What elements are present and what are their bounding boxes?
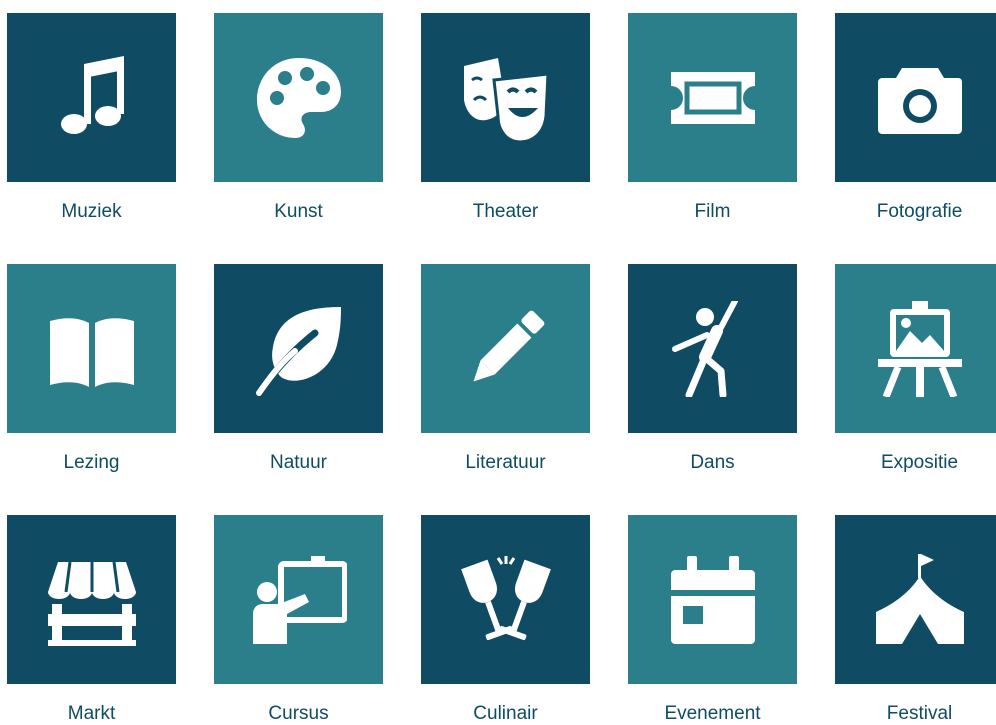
category-tile-kunst[interactable]: Kunst — [214, 13, 383, 222]
category-tile-fotografie[interactable]: Fotografie — [835, 13, 996, 222]
market-stall-icon — [47, 561, 136, 646]
tile-box — [421, 13, 590, 182]
category-label: Muziek — [61, 201, 122, 222]
tile-box — [835, 13, 996, 182]
leaf-icon — [255, 306, 341, 396]
category-tile-dans[interactable]: Dans — [628, 264, 797, 473]
category-tile-markt[interactable]: Markt — [7, 515, 176, 724]
camera-icon — [877, 67, 962, 134]
circus-tent-icon — [875, 553, 964, 644]
tile-box — [835, 264, 996, 433]
category-label: Theater — [472, 201, 539, 222]
category-label: Literatuur — [465, 452, 546, 473]
category-tile-expositie[interactable]: Expositie — [835, 264, 996, 473]
ticket-icon — [670, 71, 755, 124]
tile-box — [7, 264, 176, 433]
category-label: Film — [694, 201, 731, 222]
category-tile-muziek[interactable]: Muziek — [7, 13, 176, 222]
category-tile-cursus[interactable]: Cursus — [214, 515, 383, 724]
tile-box — [628, 515, 797, 684]
pencil-icon — [472, 310, 544, 382]
category-tile-theater[interactable]: Theater — [421, 13, 590, 222]
tile-box — [628, 13, 797, 182]
category-tile-film[interactable]: Film — [628, 13, 797, 222]
category-tile-evenement[interactable]: Evenement — [628, 515, 797, 724]
theater-masks-icon — [463, 57, 550, 144]
tile-box — [421, 515, 590, 684]
category-label: Dans — [690, 452, 735, 473]
easel-icon — [877, 300, 962, 397]
tile-box — [835, 515, 996, 684]
tile-box — [421, 264, 590, 433]
palette-icon — [256, 57, 341, 138]
tile-box — [214, 515, 383, 684]
tile-box — [7, 515, 176, 684]
category-label: Kunst — [274, 201, 323, 222]
open-book-icon — [49, 317, 134, 387]
category-label: Fotografie — [876, 201, 963, 222]
tile-box — [628, 264, 797, 433]
wine-glasses-icon — [460, 555, 551, 640]
tile-box — [214, 13, 383, 182]
category-label: Lezing — [63, 452, 120, 473]
category-tile-culinair[interactable]: Culinair — [421, 515, 590, 724]
tile-box — [214, 264, 383, 433]
teacher-board-icon — [252, 555, 347, 644]
category-tile-literatuur[interactable]: Literatuur — [421, 264, 590, 473]
music-note-icon — [60, 55, 124, 134]
dancer-icon — [671, 300, 738, 397]
category-grid: Muziek Kunst Theater Film Fotografie Lez… — [0, 0, 996, 724]
category-tile-natuur[interactable]: Natuur — [214, 264, 383, 473]
category-label: Expositie — [880, 452, 959, 473]
category-tile-lezing[interactable]: Lezing — [7, 264, 176, 473]
calendar-icon — [670, 555, 755, 644]
tile-box — [7, 13, 176, 182]
category-tile-festival[interactable]: Festival — [835, 515, 996, 724]
category-label: Natuur — [269, 452, 328, 473]
